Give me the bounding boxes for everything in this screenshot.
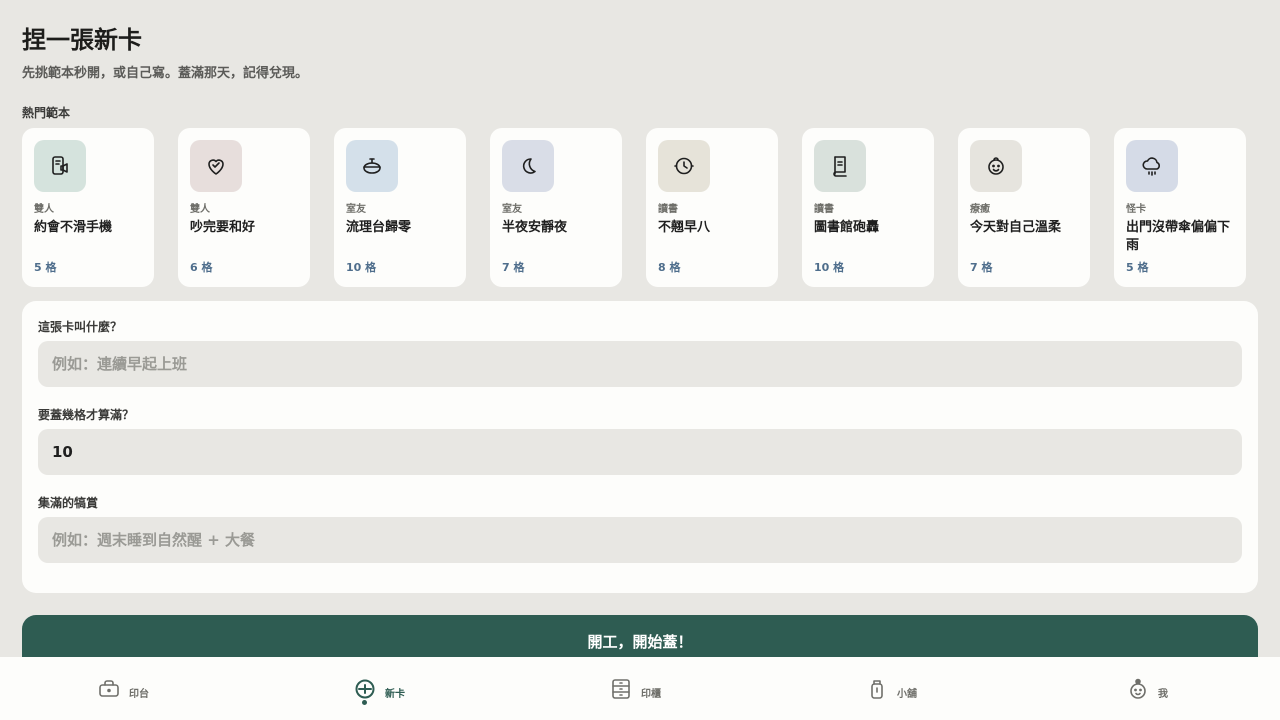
slots-input[interactable] — [38, 429, 1242, 475]
template-name: 吵完要和好 — [190, 220, 256, 235]
template-icon-bg — [190, 140, 242, 192]
template-category: 雙人 — [34, 204, 54, 215]
template-count: 7 格 — [502, 261, 525, 274]
bottom-nav: 印台 新卡 印櫃 小舖 我 — [0, 657, 1280, 720]
template-name: 流理台歸零 — [346, 220, 412, 235]
template-icon-bg — [34, 140, 86, 192]
new-card-form: 這張卡叫什麼？ 要蓋幾格才算滿？ 集滿的犒賞 — [22, 301, 1258, 593]
template-category: 療癒 — [970, 204, 990, 215]
heart-check-icon — [208, 159, 224, 175]
stamp-pad-icon — [99, 680, 119, 697]
nav-item-profile[interactable]: 我 — [1126, 671, 1168, 707]
template-count: 10 格 — [346, 261, 377, 274]
template-name: 半夜安靜夜 — [502, 220, 568, 235]
template-count: 5 格 — [34, 261, 57, 274]
nav-label: 我 — [1158, 688, 1168, 700]
template-category: 怪卡 — [1126, 204, 1146, 215]
page-subtitle: 先挑範本秒開，或自己寫。蓋滿那天，記得兌現。 — [22, 66, 309, 81]
clock-icon — [674, 157, 694, 175]
template-count: 10 格 — [814, 261, 845, 274]
moon-icon — [522, 158, 536, 174]
card-name-input[interactable] — [38, 341, 1242, 387]
nav-label: 印台 — [129, 688, 149, 700]
template-name: 約會不滑手機 — [34, 220, 113, 235]
reward-input[interactable] — [38, 517, 1242, 563]
template-icon-bg — [970, 140, 1022, 192]
nav-label: 小舖 — [897, 688, 917, 700]
template-name: 今天對自己溫柔 — [970, 220, 1062, 235]
template-icon-bg — [1126, 140, 1178, 192]
nav-label: 新卡 — [385, 688, 405, 700]
nav-item-stamp-pad[interactable]: 印台 — [97, 671, 149, 707]
template-category: 室友 — [346, 204, 366, 215]
template-count: 7 格 — [970, 261, 993, 274]
page-header: 捏一張新卡 先挑範本秒開，或自己寫。蓋滿那天，記得兌現。 — [22, 24, 308, 81]
template-name: 圖書館砲轟 — [814, 220, 880, 235]
template-count: 6 格 — [190, 261, 213, 274]
template-category: 讀書 — [658, 204, 678, 215]
template-icon-bg — [502, 140, 554, 192]
nav-label: 印櫃 — [641, 688, 661, 700]
template-card[interactable]: 讀書 圖書館砲轟 10 格 — [802, 128, 934, 287]
template-card[interactable]: 讀書 不翹早八 8 格 — [646, 128, 778, 287]
templates-section-label: 熱門範本 — [22, 106, 71, 120]
template-category: 讀書 — [814, 204, 834, 215]
template-name: 出門沒帶傘偏偏下雨 — [1126, 220, 1231, 253]
smile-face-icon — [988, 157, 1004, 175]
active-indicator-dot — [362, 700, 367, 705]
card-name-label: 這張卡叫什麼？ — [38, 320, 123, 334]
nav-item-new-card[interactable]: 新卡 — [353, 671, 405, 707]
template-name: 不翹早八 — [658, 220, 711, 235]
phone-off-icon — [52, 156, 68, 175]
template-card[interactable]: 雙人 吵完要和好 6 格 — [178, 128, 310, 287]
template-card[interactable]: 療癒 今天對自己溫柔 7 格 — [958, 128, 1090, 287]
nav-item-cabinet[interactable]: 印櫃 — [609, 671, 661, 707]
template-count: 8 格 — [658, 261, 681, 274]
template-icon-bg — [814, 140, 866, 192]
template-category: 雙人 — [190, 204, 210, 215]
rain-cloud-icon — [1142, 157, 1160, 176]
template-card[interactable]: 室友 流理台歸零 10 格 — [334, 128, 466, 287]
template-count: 5 格 — [1126, 261, 1149, 274]
template-card[interactable]: 怪卡 出門沒帶傘偏偏下雨 5 格 — [1114, 128, 1246, 287]
template-icon-bg — [346, 140, 398, 192]
template-icon-bg — [658, 140, 710, 192]
template-category: 室友 — [502, 204, 522, 215]
profile-icon — [1130, 678, 1146, 699]
reward-label: 集滿的犒賞 — [38, 496, 99, 510]
add-card-icon — [355, 679, 375, 699]
slots-label: 要蓋幾格才算滿？ — [38, 408, 135, 422]
cabinet-icon — [612, 679, 630, 699]
template-card[interactable]: 室友 半夜安靜夜 7 格 — [490, 128, 622, 287]
sink-icon — [363, 158, 381, 174]
template-card[interactable]: 雙人 約會不滑手機 5 格 — [22, 128, 154, 287]
page-title: 捏一張新卡 — [22, 26, 142, 54]
nav-item-shop[interactable]: 小舖 — [865, 671, 917, 707]
template-list: 雙人 約會不滑手機 5 格 雙人 吵完要和好 6 格 室友 流理台歸零 10 格… — [22, 128, 1258, 287]
shop-jar-icon — [871, 680, 883, 699]
book-icon — [833, 156, 847, 177]
